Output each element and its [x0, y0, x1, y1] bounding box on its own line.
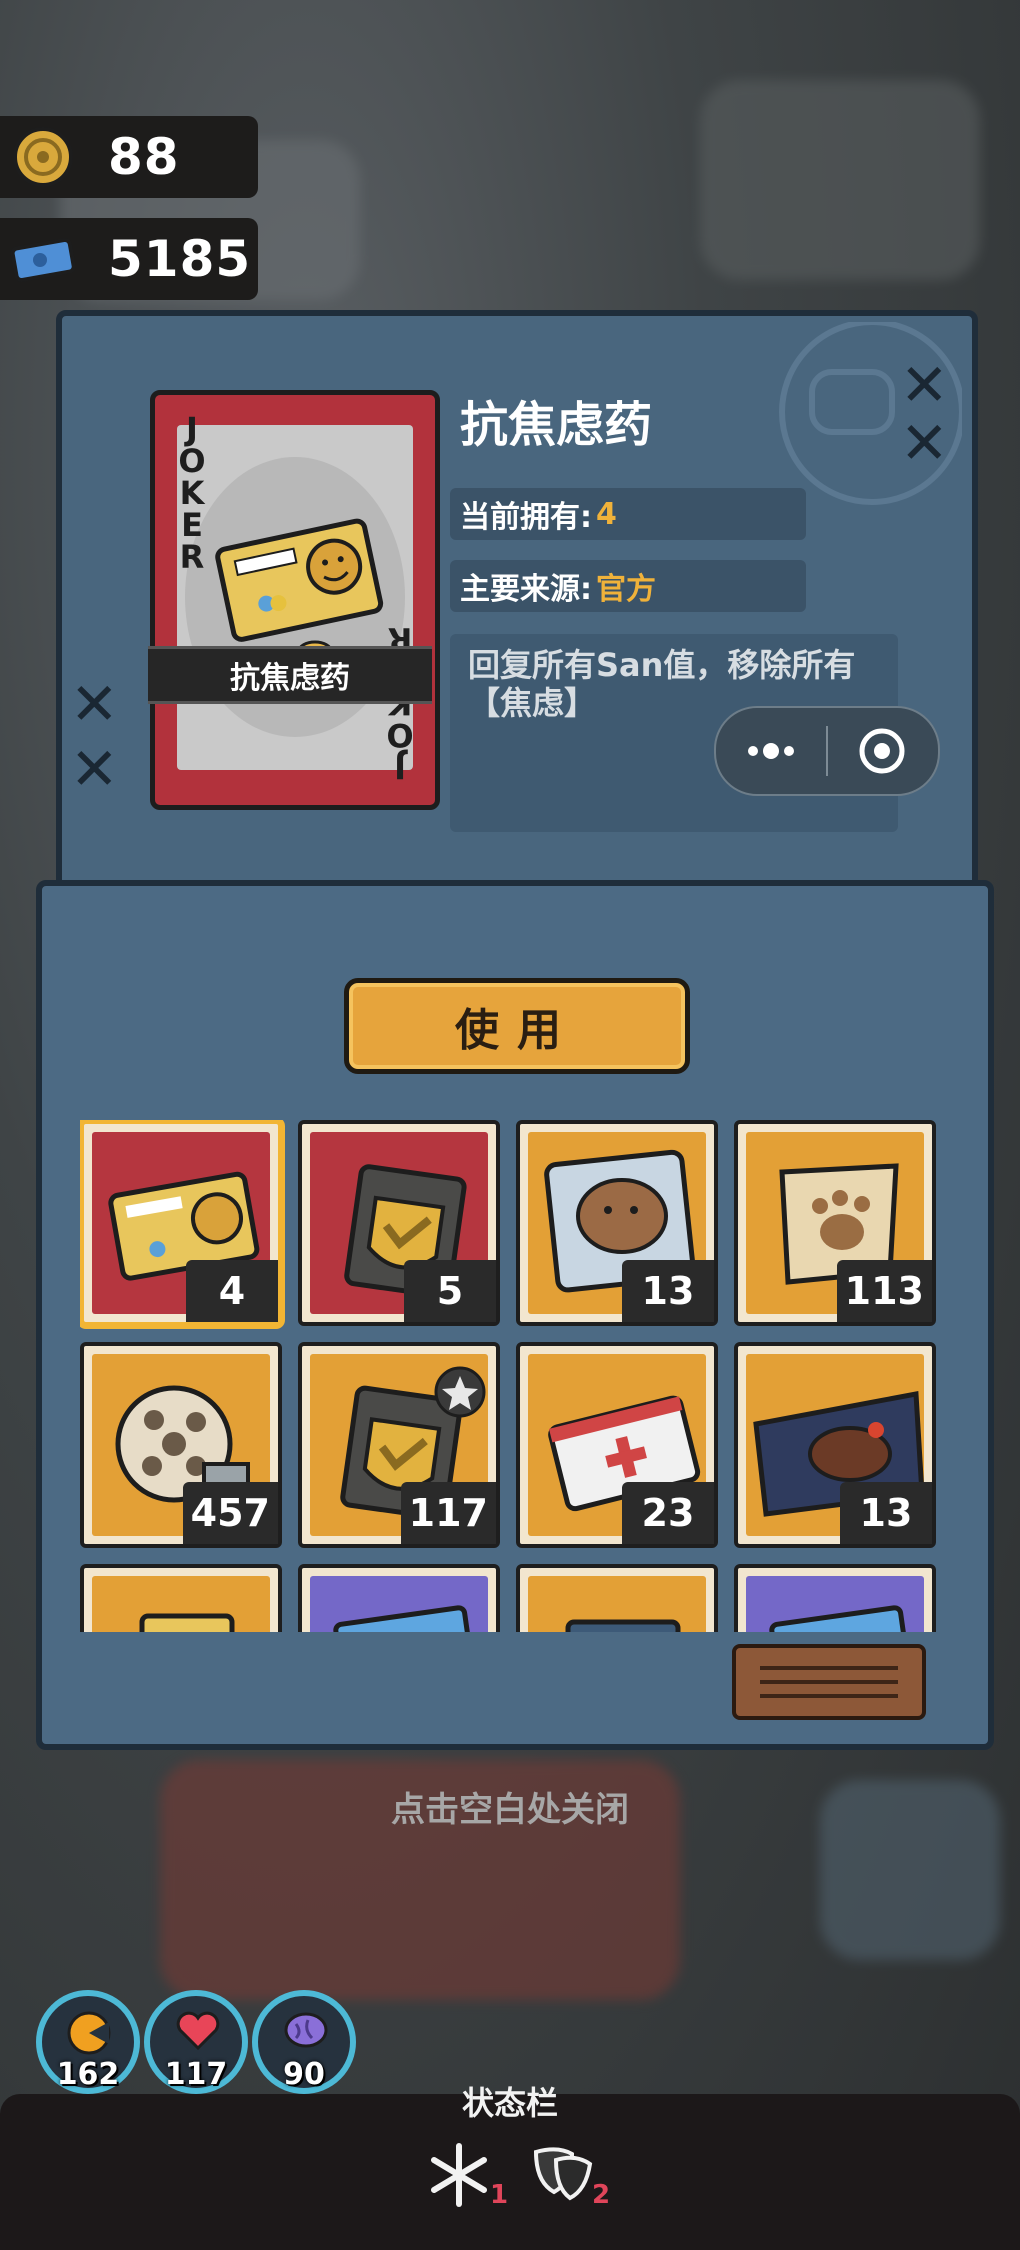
inventory-slot[interactable]: 117	[298, 1342, 500, 1548]
source-label: 主要来源:	[460, 572, 592, 607]
item-title: 抗焦虑药	[460, 397, 653, 453]
item-count: 13	[840, 1482, 932, 1544]
inventory-slot[interactable]	[516, 1564, 718, 1632]
card-joker-text: JOKER	[178, 410, 206, 576]
coin-value: 88	[108, 128, 180, 186]
cold-status[interactable]	[424, 2140, 494, 2214]
brain-icon	[284, 2012, 328, 2048]
snowflake-icon	[431, 2143, 487, 2207]
partial-item-icon	[565, 1619, 681, 1632]
drama-mask-icon	[533, 2147, 593, 2201]
coin-counter: 88	[0, 116, 258, 198]
mask-count: 2	[592, 2180, 611, 2210]
source-value: 官方	[596, 572, 656, 607]
ticket-icon	[8, 224, 78, 294]
partial-item-icon	[333, 1605, 477, 1632]
close-hint[interactable]: 点击空白处关闭	[0, 1782, 1020, 1831]
item-count: 457	[182, 1482, 278, 1544]
hunger-icon	[67, 2011, 111, 2055]
inventory-grid: 4 5 13 113 457 117 23 13	[80, 1120, 940, 1632]
inventory-slot[interactable]: 113	[734, 1120, 936, 1326]
cross-mark-icon: ✕	[70, 735, 119, 803]
partial-item-icon	[139, 1613, 235, 1632]
inventory-slot[interactable]: 457	[80, 1342, 282, 1548]
item-count: 13	[622, 1260, 714, 1322]
coin-icon	[8, 122, 78, 192]
item-count: 117	[400, 1482, 496, 1544]
mask-status[interactable]	[528, 2142, 596, 2210]
target-close-icon	[859, 728, 905, 774]
source-row: 主要来源: 官方	[450, 560, 806, 612]
owned-label: 当前拥有:	[460, 500, 592, 535]
inventory-slot[interactable]	[80, 1564, 282, 1632]
background-blur	[700, 80, 980, 280]
item-count: 23	[622, 1482, 714, 1544]
cross-mark-icon: ✕	[70, 670, 119, 738]
card-name-banner: 抗焦虑药	[148, 646, 432, 704]
inventory-slot[interactable]: 5	[298, 1120, 500, 1326]
ticket-counter: 5185	[0, 218, 258, 300]
ticket-value: 5185	[108, 230, 252, 288]
item-card: JOKER JOKER	[150, 390, 440, 810]
inventory-slot[interactable]: 23	[516, 1342, 718, 1548]
item-count: 113	[836, 1260, 932, 1322]
more-menu-button[interactable]	[716, 708, 826, 794]
heart-icon	[176, 2011, 220, 2051]
cross-mark-icon: ✕	[900, 351, 949, 419]
miniprogram-capsule	[714, 706, 940, 796]
inventory-slot[interactable]: 13	[516, 1120, 718, 1326]
statusbar-title: 状态栏	[461, 2084, 558, 2122]
use-button[interactable]: 使用	[344, 978, 690, 1074]
cross-mark-icon: ✕	[900, 409, 949, 477]
item-count: 5	[404, 1260, 496, 1322]
owned-value: 4	[596, 496, 617, 532]
card-art	[177, 425, 413, 770]
more-dots-icon	[748, 743, 794, 759]
inventory-slot[interactable]: 13	[734, 1342, 936, 1548]
inventory-slot[interactable]	[298, 1564, 500, 1632]
item-count: 4	[186, 1260, 278, 1322]
owned-row: 当前拥有: 4	[450, 488, 806, 540]
scroll-handle[interactable]	[732, 1644, 926, 1720]
exit-miniprogram-button[interactable]	[828, 708, 936, 794]
inventory-slot[interactable]	[734, 1564, 936, 1632]
cold-count: 1	[490, 2180, 509, 2210]
partial-item-icon	[769, 1605, 913, 1632]
inventory-slot[interactable]: 4	[80, 1120, 282, 1326]
